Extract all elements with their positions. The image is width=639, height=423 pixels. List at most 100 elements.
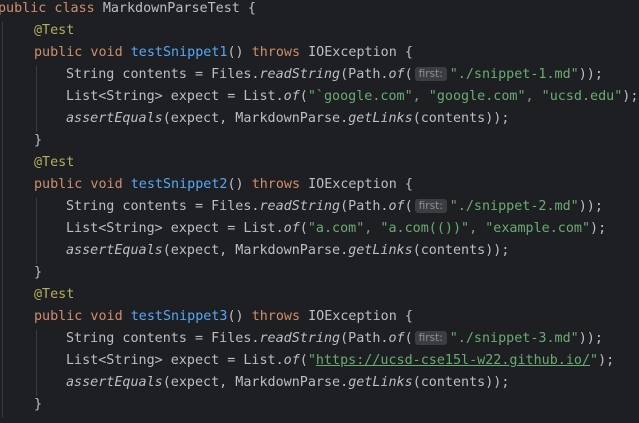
- punctuation: (: [404, 331, 413, 346]
- punctuation: (: [299, 353, 308, 368]
- keyword: throws: [251, 45, 301, 60]
- method-name: testSnippet3: [130, 309, 228, 324]
- code-line-annotation[interactable]: @Test: [34, 20, 74, 42]
- method-call: of: [388, 331, 405, 346]
- code-line-assert[interactable]: assertEquals(expect, MarkdownParse.getLi…: [66, 240, 509, 262]
- punctuation: }: [34, 397, 43, 412]
- punctuation: (: [299, 89, 308, 104]
- string-literal: "a.com", "a.com(())", "example.com": [307, 221, 591, 236]
- string-quote: ": [590, 353, 599, 368]
- method-call: of: [388, 67, 405, 82]
- method-call: of: [388, 199, 405, 214]
- code-text: (expect, MarkdownParse.: [162, 243, 349, 258]
- code-text: (Path.: [340, 67, 389, 82]
- method-call: readString: [259, 67, 341, 82]
- exception-type: IOException {: [300, 309, 413, 324]
- indent-guide: [36, 330, 37, 396]
- code-text: (contents));: [412, 243, 510, 258]
- punctuation: );: [590, 221, 607, 236]
- code-text: (contents));: [412, 111, 510, 126]
- string-literal: "./snippet-3.md": [449, 331, 579, 346]
- annotation: @Test: [34, 23, 75, 38]
- method-call: assertEquals: [66, 111, 163, 126]
- code-line-read-contents[interactable]: String contents = Files.readString(Path.…: [66, 64, 603, 86]
- code-line-close-brace[interactable]: }: [34, 130, 42, 152]
- code-line-method-signature[interactable]: public void testSnippet2() throws IOExce…: [34, 174, 413, 196]
- keyword: throws: [251, 309, 301, 324]
- string-literal: "`google.com", "google.com", "ucsd.edu": [307, 89, 623, 104]
- code-text: List<String> expect = List.: [66, 353, 284, 368]
- method-call: assertEquals: [66, 243, 163, 258]
- method-call: getLinks: [348, 111, 413, 126]
- punctuation: );: [622, 89, 639, 104]
- code-text: List<String> expect = List.: [66, 89, 284, 104]
- punctuation: );: [598, 353, 615, 368]
- code-line-close-brace[interactable]: }: [34, 394, 42, 416]
- code-line-expect-list[interactable]: List<String> expect = List.of( "https://u…: [66, 350, 614, 372]
- code-text: (contents));: [412, 375, 510, 390]
- method-call: getLinks: [348, 375, 413, 390]
- parameter-hint: first:: [414, 331, 447, 345]
- annotation: @Test: [34, 155, 75, 170]
- punctuation: ));: [578, 331, 603, 346]
- method-name: testSnippet1: [130, 45, 228, 60]
- code-line-read-contents[interactable]: String contents = Files.readString(Path.…: [66, 196, 603, 218]
- punctuation: (): [227, 177, 252, 192]
- method-call: getLinks: [348, 243, 413, 258]
- url-link[interactable]: https://ucsd-cse15l-w22.github.io/: [316, 353, 590, 368]
- string-literal: "./snippet-1.md": [449, 67, 579, 82]
- indent-guide: [36, 66, 37, 132]
- keyword: throws: [251, 177, 301, 192]
- punctuation: {: [239, 1, 256, 16]
- method-call: readString: [259, 199, 341, 214]
- method-call: readString: [259, 331, 341, 346]
- code-line-expect-list[interactable]: List<String> expect = List.of("`google.c…: [66, 86, 638, 108]
- code-text: String contents = Files.: [66, 199, 260, 214]
- method-call: assertEquals: [66, 375, 163, 390]
- keyword: public void: [34, 177, 131, 192]
- code-text: List<String> expect = List.: [66, 221, 284, 236]
- code-text: (Path.: [340, 331, 389, 346]
- punctuation: ));: [578, 67, 603, 82]
- keyword: public void: [34, 45, 131, 60]
- code-line-expect-list[interactable]: List<String> expect = List.of("a.com", "…: [66, 218, 606, 240]
- punctuation: }: [34, 133, 43, 148]
- exception-type: IOException {: [300, 45, 413, 60]
- code-line-annotation[interactable]: @Test: [34, 152, 74, 174]
- punctuation: ));: [578, 199, 603, 214]
- parameter-hint: first:: [414, 67, 447, 81]
- code-text: (expect, MarkdownParse.: [162, 375, 349, 390]
- indent-guide: [2, 22, 3, 417]
- code-text: String contents = Files.: [66, 331, 260, 346]
- punctuation: (: [299, 221, 308, 236]
- code-line-read-contents[interactable]: String contents = Files.readString(Path.…: [66, 328, 603, 350]
- method-name: testSnippet2: [130, 177, 228, 192]
- method-call: of: [283, 89, 300, 104]
- code-line-annotation[interactable]: @Test: [34, 284, 74, 306]
- indent-guide: [36, 198, 37, 264]
- string-literal: "./snippet-2.md": [449, 199, 579, 214]
- code-text: (Path.: [340, 199, 389, 214]
- code-editor[interactable]: public class MarkdownParseTest { @Test p…: [0, 0, 639, 423]
- code-text: String contents = Files.: [66, 67, 260, 82]
- code-line-method-signature[interactable]: public void testSnippet1() throws IOExce…: [34, 42, 413, 64]
- code-text: (expect, MarkdownParse.: [162, 111, 349, 126]
- code-line-class-declaration[interactable]: public class MarkdownParseTest {: [0, 0, 256, 20]
- code-line-assert[interactable]: assertEquals(expect, MarkdownParse.getLi…: [66, 372, 509, 394]
- method-call: of: [283, 353, 300, 368]
- punctuation: (): [227, 45, 252, 60]
- punctuation: }: [34, 265, 43, 280]
- keyword: public void: [34, 309, 131, 324]
- method-call: of: [283, 221, 300, 236]
- keyword: public class: [0, 1, 103, 16]
- annotation: @Test: [34, 287, 75, 302]
- class-name: MarkdownParseTest: [102, 1, 240, 16]
- parameter-hint: first:: [414, 199, 447, 213]
- code-line-method-signature[interactable]: public void testSnippet3() throws IOExce…: [34, 306, 413, 328]
- punctuation: (: [404, 199, 413, 214]
- code-line-assert[interactable]: assertEquals(expect, MarkdownParse.getLi…: [66, 108, 509, 130]
- code-line-close-brace[interactable]: }: [34, 262, 42, 284]
- exception-type: IOException {: [300, 177, 413, 192]
- punctuation: (): [227, 309, 252, 324]
- punctuation: (: [404, 67, 413, 82]
